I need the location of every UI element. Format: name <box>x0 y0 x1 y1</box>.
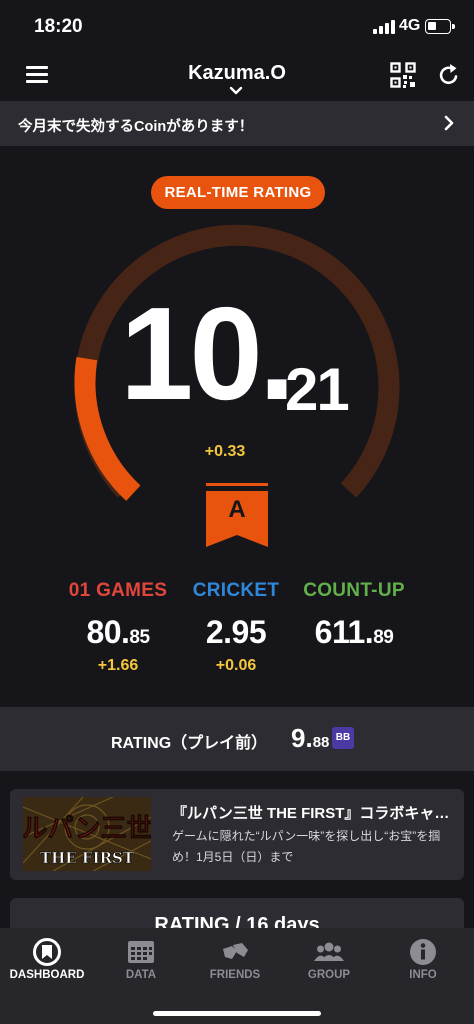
rating-value-integer: 10. <box>120 280 295 427</box>
tab-label: INFO <box>409 969 437 981</box>
home-indicator <box>153 1011 321 1016</box>
info-icon <box>410 939 436 965</box>
group-icon <box>314 942 344 961</box>
menu-icon[interactable] <box>26 66 48 84</box>
campaign-description: ゲームに隠れた“ルパン一味”を探し出し“お宝”を掴め！1月5日（日）まで <box>172 829 441 864</box>
chevron-right-icon[interactable] <box>443 114 455 132</box>
stat-count-up: COUNT-UP 611.89 <box>284 580 424 651</box>
previous-rating-label: RATING（プレイ前） <box>111 735 268 752</box>
network-type: 4G <box>399 17 421 34</box>
chevron-down-icon[interactable] <box>229 86 243 96</box>
qr-code-icon[interactable] <box>390 62 416 88</box>
tab-label: DATA <box>125 969 157 981</box>
tab-label: DASHBOARD <box>9 969 85 981</box>
signal-icon <box>373 20 397 34</box>
battery-icon <box>425 19 455 34</box>
account-name[interactable]: Kazuma.O <box>137 62 337 85</box>
thumbnail-subtitle-text: THE FIRST <box>40 849 135 867</box>
rating-value-decimal: 21 <box>285 356 350 423</box>
banner-text: 今月末で失効するCoinがあります！ <box>18 119 254 135</box>
tab-label: GROUP <box>307 969 351 981</box>
campaign-thumbnail[interactable]: ルパン三世 THE FIRST <box>23 797 151 871</box>
thumbnail-title-text: ルパン三世 <box>23 814 151 844</box>
stat-change: +0.06 <box>215 657 257 674</box>
campaign-title[interactable]: 『ルパン三世 THE FIRST』コラボキャン… <box>172 802 454 823</box>
stat-value: 611.89 <box>314 614 394 650</box>
rating-change: +0.33 <box>204 443 246 460</box>
refresh-icon[interactable] <box>437 63 461 87</box>
data-icon <box>128 941 154 963</box>
tab-label: FRIENDS <box>209 969 261 981</box>
stat-label: COUNT-UP <box>303 580 405 601</box>
bb-class-badge: BB <box>332 727 354 749</box>
realtime-rating-pill: REAL-TIME RATING <box>151 176 325 209</box>
tab-bar: DASHBOARD DATA FRIENDS GROUP INFO <box>0 928 474 1024</box>
previous-rating-value: 9.88 <box>291 723 330 753</box>
status-time: 18:20 <box>34 16 83 37</box>
dashboard-icon <box>33 938 61 966</box>
rank-letter: A <box>228 496 246 523</box>
friends-icon <box>223 943 248 959</box>
